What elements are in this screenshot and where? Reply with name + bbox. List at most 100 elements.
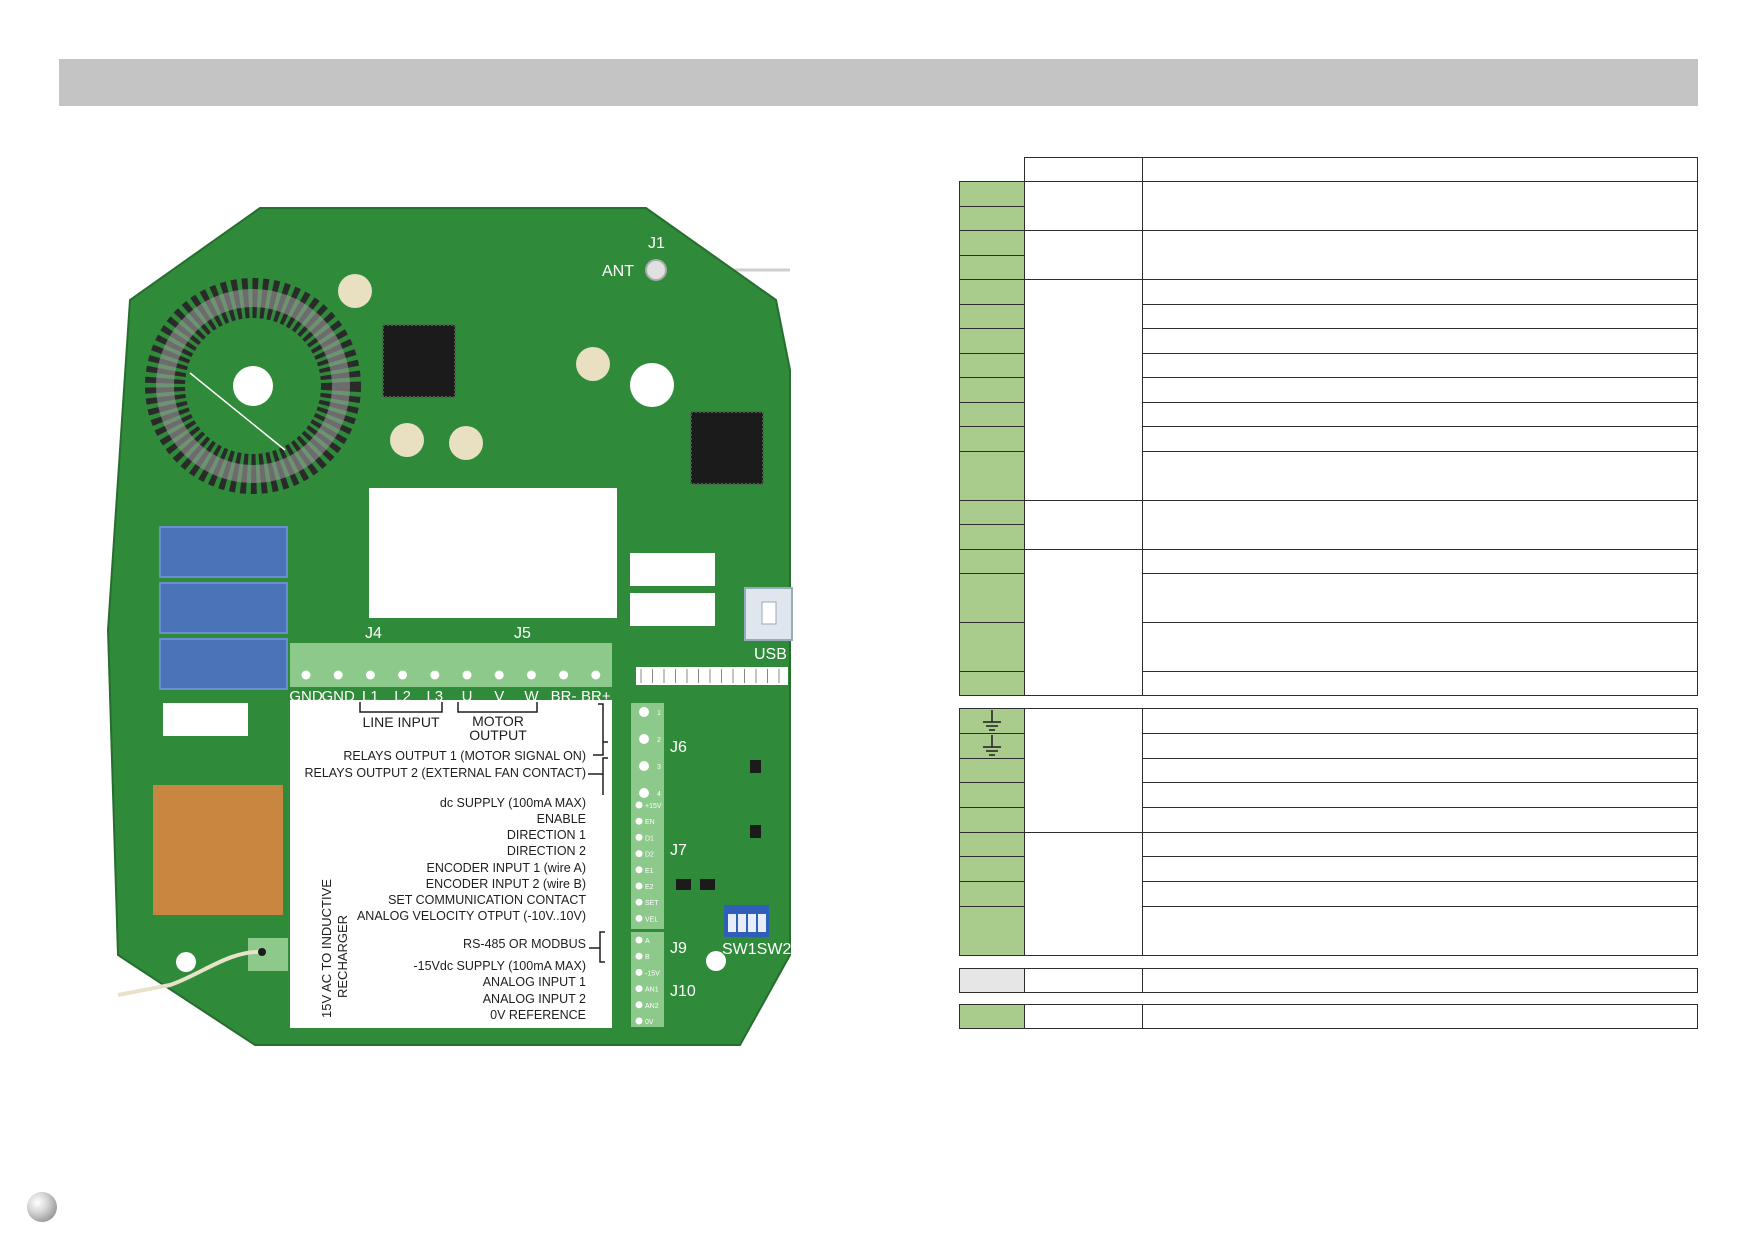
white-component <box>630 593 715 626</box>
pin-cell <box>959 881 1025 907</box>
j7-pin <box>635 817 643 825</box>
relay-1 <box>159 526 288 578</box>
pin-cell <box>959 807 1025 833</box>
pin-cell <box>959 500 1025 525</box>
ground-icon <box>959 709 1024 733</box>
description-label: RELAYS OUTPUT 2 (EXTERNAL FAN CONTACT) <box>304 766 586 780</box>
terminal-screw <box>430 670 440 680</box>
pin-cell <box>959 206 1025 231</box>
smd-component <box>676 879 691 890</box>
pin-cell <box>959 328 1025 354</box>
legend-swatch-grey <box>959 968 1025 993</box>
display-module <box>369 488 617 618</box>
terminal-screw <box>365 670 375 680</box>
standoff <box>449 426 483 460</box>
j9-label: J9 <box>670 940 687 957</box>
standoff <box>338 274 372 308</box>
description-label: ENCODER INPUT 2 (wire B) <box>426 877 586 891</box>
j6-pin-label: 3 <box>657 764 661 771</box>
legend-swatch-green <box>959 1004 1025 1029</box>
description-label: DIRECTION 1 <box>507 828 586 842</box>
j10-pin <box>635 968 643 976</box>
mount-hole <box>176 952 196 972</box>
j7-pin <box>635 898 643 906</box>
j7-label: J7 <box>670 842 687 859</box>
j7-pin <box>635 882 643 890</box>
j6-pin <box>639 788 649 798</box>
page-marker <box>27 1192 57 1222</box>
j10-pin <box>635 952 643 960</box>
j4-label: J4 <box>365 625 382 642</box>
pin-cell <box>959 622 1025 672</box>
description-label: ANALOG INPUT 1 <box>483 975 586 989</box>
terminal-screw <box>494 670 504 680</box>
ground-icon <box>959 734 1024 758</box>
j7-pin-label: +15V <box>645 803 662 810</box>
j6-pin <box>639 707 649 717</box>
pin-cell <box>959 353 1025 378</box>
smd-component <box>700 879 715 890</box>
antenna-connector <box>645 259 667 281</box>
pin-cell <box>959 856 1025 882</box>
pin-cell <box>959 671 1025 696</box>
description-label: -15Vdc SUPPLY (100mA MAX) <box>413 959 586 973</box>
j10-pin-label: A <box>645 938 650 945</box>
j6-pin-label: 1 <box>657 710 661 717</box>
pin-cell <box>959 426 1025 452</box>
relay-2 <box>159 582 288 634</box>
pin-cell <box>959 906 1025 956</box>
description-label: RS-485 OR MODBUS <box>463 937 586 951</box>
j7-pin <box>635 833 643 841</box>
j10-pin <box>635 985 643 993</box>
j7-pin-label: VEL <box>645 916 658 923</box>
j10-pin <box>635 936 643 944</box>
pin-cell <box>959 304 1025 329</box>
description-label: ANALOG INPUT 2 <box>483 992 586 1006</box>
pin-cell <box>959 451 1025 501</box>
description-label: ENCODER INPUT 1 (wire A) <box>426 861 586 875</box>
white-component <box>163 703 248 736</box>
terminal-screw <box>526 670 536 680</box>
description-label: DIRECTION 2 <box>507 844 586 858</box>
pin-cell <box>959 758 1025 783</box>
pin-cell <box>959 377 1025 403</box>
terminal-block-j4-j5 <box>290 643 612 687</box>
recharger-connector <box>248 938 288 971</box>
pin-cell <box>959 181 1025 207</box>
j5-label: J5 <box>514 625 531 642</box>
pin-cell <box>959 573 1025 623</box>
pin-cell <box>959 255 1025 280</box>
j7-pin-label: SET <box>645 900 659 907</box>
terminal-screw <box>559 670 569 680</box>
motor-output-label-2: OUTPUT <box>469 727 527 743</box>
description-label: RELAYS OUTPUT 1 (MOTOR SIGNAL ON) <box>343 749 586 763</box>
inductive-note-1: 15V AC TO INDUCTIVE <box>319 879 334 1018</box>
j10-pin <box>635 1001 643 1009</box>
description-label: ENABLE <box>537 812 586 826</box>
pin-cell <box>959 832 1025 857</box>
pin-cell <box>959 549 1025 574</box>
j7-pin <box>635 866 643 874</box>
j7-pin-label: E2 <box>645 884 654 891</box>
description-label: dc SUPPLY (100mA MAX) <box>440 796 586 810</box>
j7-pin <box>635 801 643 809</box>
sw-label: SW1SW2 <box>722 941 791 958</box>
ic-chip-1 <box>382 324 456 398</box>
pin-cell <box>959 782 1025 808</box>
mount-hole <box>630 363 674 407</box>
j6-pin <box>639 734 649 744</box>
j7-pin-label: EN <box>645 819 655 826</box>
description-label: SET COMMUNICATION CONTACT <box>388 893 586 907</box>
terminal-screw <box>398 670 408 680</box>
j10-label: J10 <box>670 983 696 1000</box>
standoff <box>390 423 424 457</box>
board-illustration: J1 ANT J4 J5 USB GND GND L1 L2 L3 U V W BR- BR+ L… <box>0 0 900 1239</box>
pin-cell <box>959 230 1025 256</box>
terminal-screw <box>462 670 472 680</box>
j6-label: J6 <box>670 739 687 756</box>
terminal-screw <box>333 670 343 680</box>
inductive-note-2: RECHARGER <box>335 915 350 998</box>
smd-component <box>750 825 761 838</box>
j7-pin-label: E1 <box>645 868 654 875</box>
capacitor-block <box>153 785 283 915</box>
